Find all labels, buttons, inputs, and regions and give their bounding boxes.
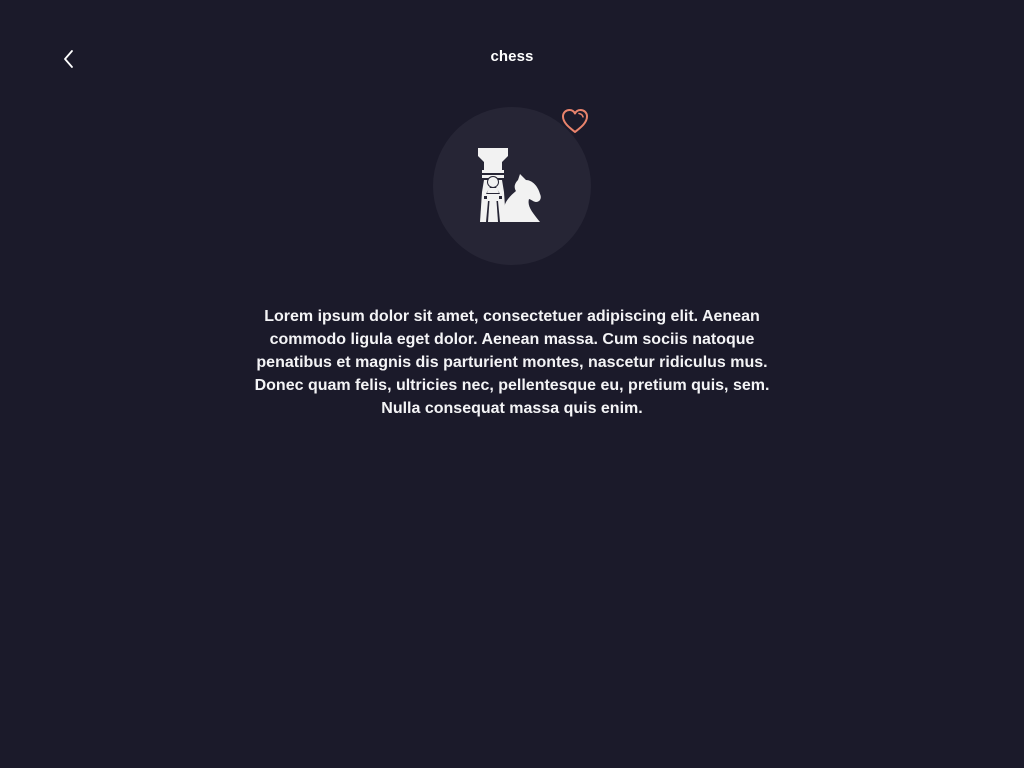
game-detail-screen: chess Lorem ipsum dolor sit amet, consec…	[0, 0, 1024, 768]
page-title: chess	[490, 48, 534, 65]
favorite-button[interactable]	[559, 107, 591, 139]
heart-outline-icon	[560, 107, 590, 140]
chess-pieces-icon	[474, 144, 550, 229]
game-description: Lorem ipsum dolor sit amet, consectetuer…	[254, 308, 770, 417]
game-icon-container	[433, 107, 591, 265]
